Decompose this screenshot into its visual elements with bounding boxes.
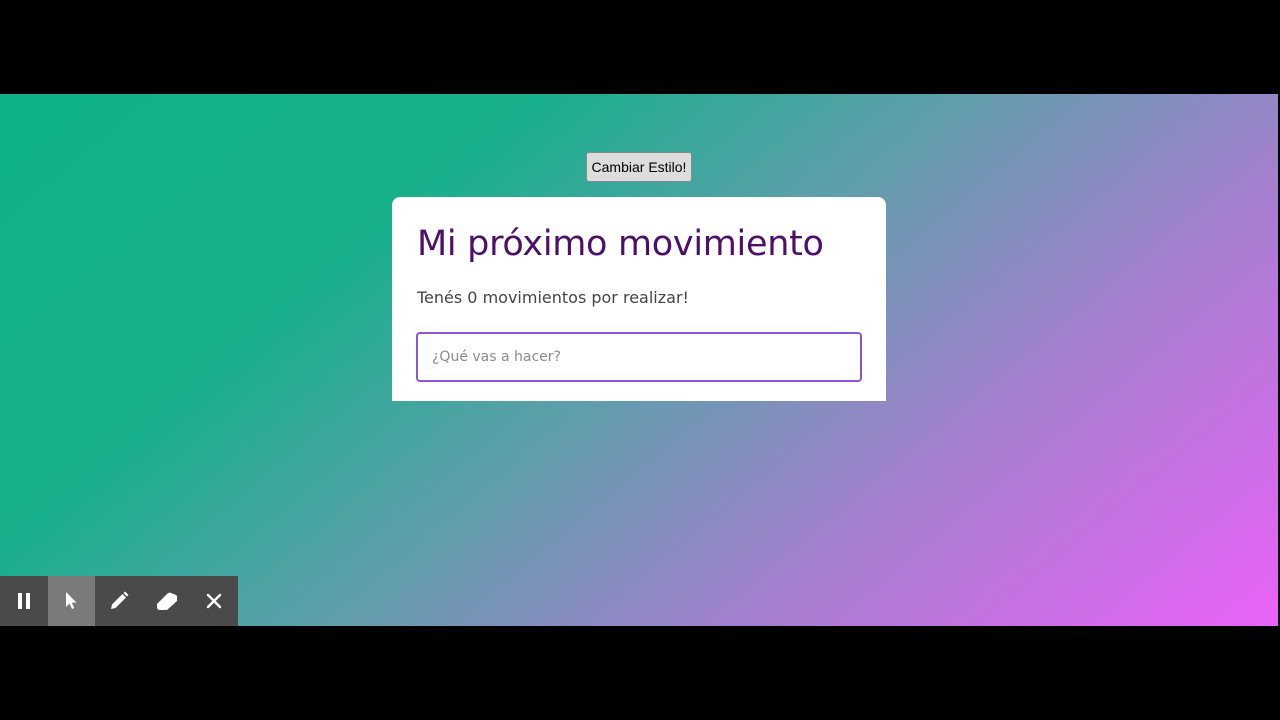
eraser-tool-button[interactable] [143, 576, 191, 626]
page-title: Mi próximo movimiento [417, 224, 824, 264]
recording-toolbar [0, 576, 238, 626]
moves-counter-text: Tenés 0 movimientos por realizar! [417, 288, 689, 307]
pencil-tool-button[interactable] [95, 576, 143, 626]
pause-button[interactable] [0, 576, 48, 626]
close-button[interactable] [190, 576, 238, 626]
change-style-button[interactable]: Cambiar Estilo! [586, 152, 692, 182]
cursor-icon [63, 591, 79, 611]
close-icon [206, 593, 222, 609]
todo-card: Mi próximo movimiento Tenés 0 movimiento… [392, 197, 886, 401]
eraser-icon [156, 591, 178, 611]
task-input[interactable] [416, 332, 862, 382]
cursor-tool-button[interactable] [47, 576, 96, 626]
pencil-icon [109, 591, 129, 611]
page-viewport: Cambiar Estilo! Mi próximo movimiento Te… [0, 94, 1278, 626]
pause-icon [16, 592, 32, 610]
